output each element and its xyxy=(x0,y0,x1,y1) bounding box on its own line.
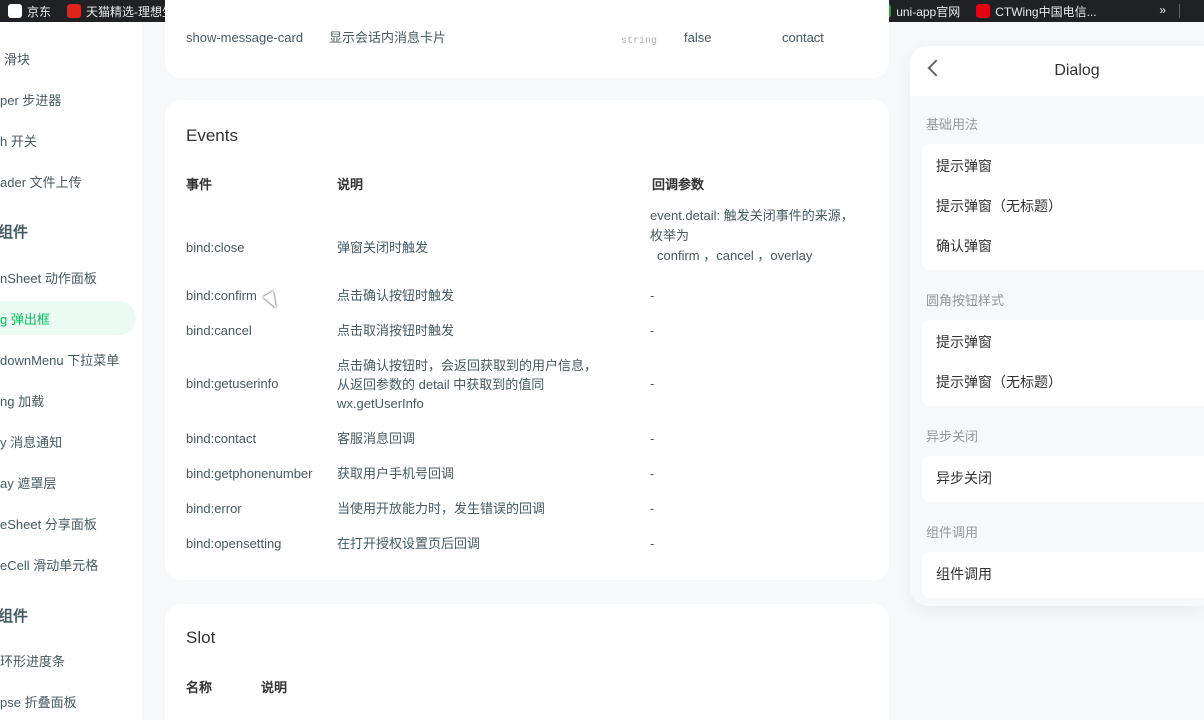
sim-title: Dialog xyxy=(1054,62,1100,79)
event-param-line: - xyxy=(650,501,655,516)
sim-demo-button[interactable]: 提示弹窗（无标题） xyxy=(936,372,1062,392)
sim-button-group: 提示弹窗提示弹窗（无标题） xyxy=(922,320,1204,406)
bookmark-item[interactable]: CTWing中国电信... xyxy=(976,3,1097,20)
sim-section-title: 异步关闭 xyxy=(926,429,979,444)
events-header-name: 事件 xyxy=(186,177,213,192)
sidebar-item[interactable]: g 弹出框 xyxy=(0,301,136,335)
event-name: bind:opensetting xyxy=(186,536,282,551)
bookmark-label: 京东 xyxy=(27,4,52,19)
event-desc-line: 从返回参数的 detail 中获取到的值同 xyxy=(337,377,545,392)
event-desc: 当使用开放能力时，发生错误的回调 xyxy=(337,501,546,516)
sidebar-nav: 滑块 per 步进器 h 开关 ader 文件上传组件 nSheet 动作面板 g 弹出框… xyxy=(0,22,142,720)
events-card: Events 事件 说明 回调参数 bind:close 弹窗关闭时触发 event… xyxy=(165,100,889,580)
event-param-line: - xyxy=(650,431,655,446)
event-desc: 点击取消按钮时触发 xyxy=(337,323,455,338)
event-desc-line: wx.getUserInfo xyxy=(337,396,424,411)
bookmarks-divider xyxy=(1179,4,1180,18)
event-name: bind:close xyxy=(186,240,245,255)
prop-type: string xyxy=(621,36,658,47)
sim-button-group: 组件调用 xyxy=(922,552,1204,598)
event-name: bind:getuserinfo xyxy=(186,376,279,391)
sim-demo-button[interactable]: 组件调用 xyxy=(936,564,992,584)
bookmark-item[interactable]: uni-app官网 xyxy=(877,3,960,20)
event-param-line: - xyxy=(650,323,655,338)
bookmark-label: uni-app官网 xyxy=(896,4,961,19)
sim-button-group: 提示弹窗提示弹窗（无标题） 确认弹窗 xyxy=(922,144,1204,270)
sidebar-item[interactable]: y 消息通知 xyxy=(0,424,62,458)
sim-section-title: 圆角按钮样式 xyxy=(926,293,1005,308)
slot-card: Slot 名称 说明 xyxy=(165,604,889,720)
events-header-desc: 说明 xyxy=(337,177,364,192)
events-header-param: 回调参数 xyxy=(652,177,705,192)
sidebar-item[interactable]: 环形进度条 xyxy=(0,643,65,677)
globe-icon xyxy=(8,4,22,18)
sim-nav-bar: Dialog xyxy=(910,46,1204,96)
prop-name: show-message-card xyxy=(186,30,304,45)
event-desc: 弹窗关闭时触发 xyxy=(337,240,429,255)
sim-section-title: 组件调用 xyxy=(926,525,979,540)
event-desc: 在打开授权设置页后回调 xyxy=(337,536,481,551)
sidebar-item[interactable]: 滑块 xyxy=(0,41,30,75)
bookmark-label: CTWing中国电信... xyxy=(995,4,1097,19)
event-desc-line: 点击确认按钮时，会返回获取到的用户信息， xyxy=(337,358,598,373)
slot-header-name: 名称 xyxy=(186,680,213,695)
sim-demo-button[interactable]: 确认弹窗 xyxy=(936,236,992,256)
sidebar-item[interactable]: ay 遮罩层 xyxy=(0,465,56,499)
sidebar-group-title: 组件 xyxy=(0,608,29,625)
event-param-line: confirm ，cancel ，overlay xyxy=(657,248,813,263)
more-bookmarks-icon[interactable]: » xyxy=(1159,3,1166,17)
event-param-line: - xyxy=(650,466,655,481)
event-desc: 点击确认按钮时触发 xyxy=(337,288,455,303)
event-param-line: - xyxy=(650,376,655,391)
prop-open-type: contact xyxy=(782,30,824,45)
event-desc: 获取用户手机号回调 xyxy=(337,466,455,481)
event-desc: 客服消息回调 xyxy=(337,431,416,446)
sim-demo-button[interactable]: 提示弹窗 xyxy=(936,332,992,352)
sidebar-group-title: 组件 xyxy=(0,224,29,241)
events-title: Events xyxy=(186,126,238,145)
ctwing-icon xyxy=(976,4,991,18)
sidebar-item[interactable]: ader 文件上传 xyxy=(0,164,82,198)
bookmark-item[interactable]: 京东 xyxy=(8,3,51,20)
prop-default: false xyxy=(684,30,712,45)
prop-desc: 显示会话内消息卡片 xyxy=(329,30,447,45)
event-param-line: event.detail: 触发关闭事件的来源， xyxy=(650,208,854,223)
sim-button-group: 异步关闭 xyxy=(922,456,1204,502)
sidebar-item[interactable]: pse 折叠面板 xyxy=(0,684,77,718)
phone-simulator: Dialog 基础用法 提示弹窗 提示弹窗（无标题） 确认弹窗 圆角按钮样式 提示弹窗 提示… xyxy=(910,46,1204,606)
event-name: bind:confirm xyxy=(186,288,257,303)
sidebar-item[interactable]: ng 加载 xyxy=(0,383,44,417)
slot-header-desc: 说明 xyxy=(261,680,288,695)
event-param-line: 枚举为 xyxy=(650,228,690,243)
sidebar-item[interactable]: nSheet 动作面板 xyxy=(0,260,97,294)
sidebar-item[interactable]: eCell 滑动单元格 xyxy=(0,547,98,581)
event-name: bind:cancel xyxy=(186,323,252,338)
event-param-line: - xyxy=(650,536,655,551)
sidebar-item[interactable]: downMenu 下拉菜单 xyxy=(0,342,119,376)
event-param-line: - xyxy=(650,288,655,303)
sidebar-item[interactable]: h 开关 xyxy=(0,123,37,157)
event-name: bind:error xyxy=(186,501,242,516)
sim-demo-button[interactable]: 提示弹窗 xyxy=(936,156,992,176)
sidebar-item[interactable]: per 步进器 xyxy=(0,82,61,116)
sim-demo-button[interactable]: 异步关闭 xyxy=(936,468,992,488)
sim-demo-button[interactable]: 提示弹窗（无标题） xyxy=(936,196,1062,216)
event-name: bind:contact xyxy=(186,431,257,446)
sidebar-item[interactable]: eSheet 分享面板 xyxy=(0,506,97,540)
slot-title: Slot xyxy=(186,628,216,647)
event-name: bind:getphonenumber xyxy=(186,466,313,481)
tmall-icon xyxy=(67,4,82,18)
props-card: show-message-card 显示会话内消息卡片 string false… xyxy=(165,0,889,78)
sim-section-title: 基础用法 xyxy=(926,117,979,132)
